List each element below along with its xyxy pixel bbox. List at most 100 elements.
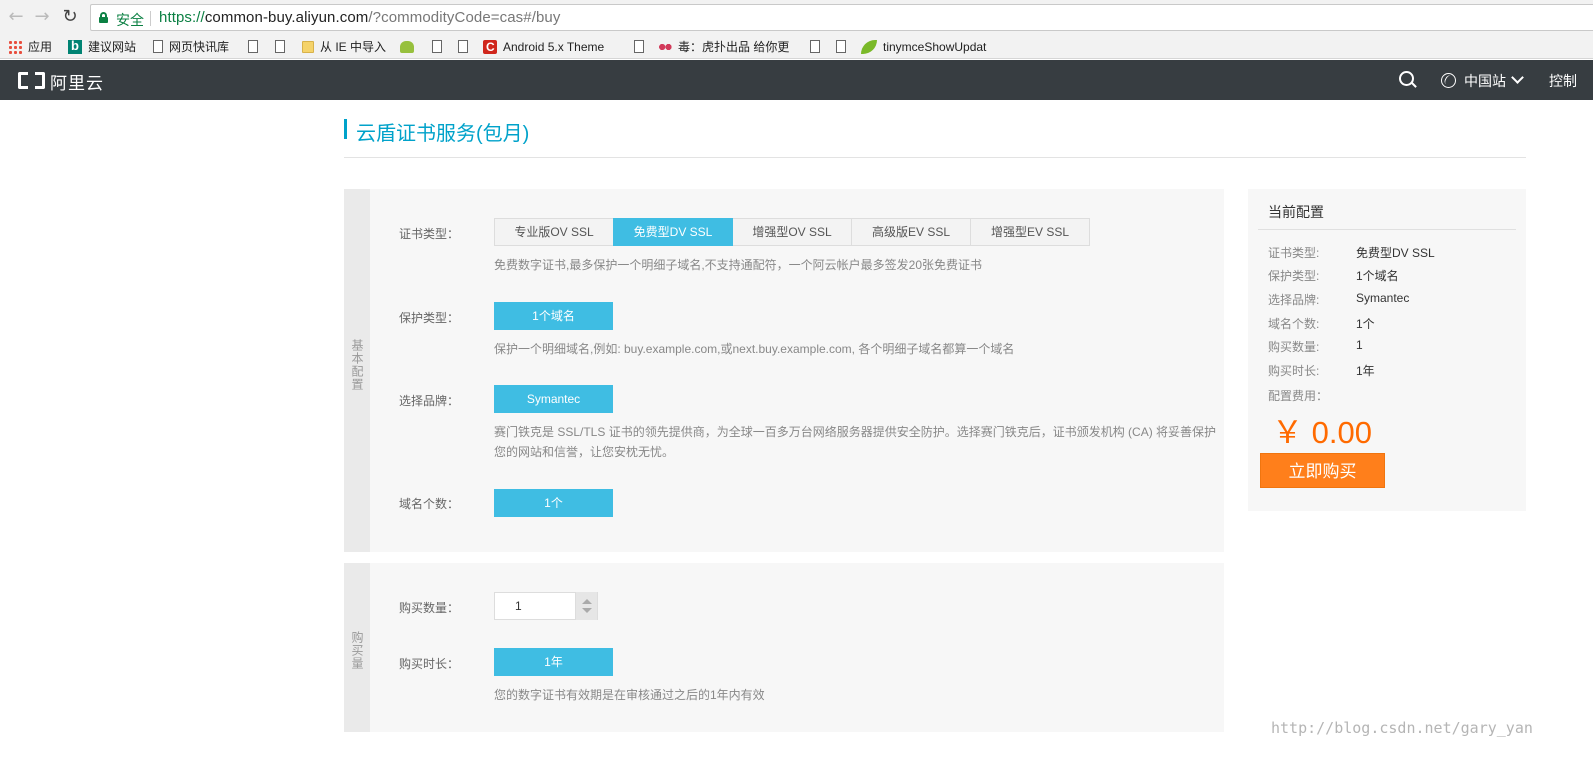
brand-hint-line-1: 赛门铁克是 SSL/TLS 证书的领先提供商，为全球一百多万台网络服务器提供安全… — [494, 425, 1217, 439]
cert-type-option-free-dv[interactable]: 免费型DV SSL — [613, 218, 733, 246]
leaf-icon — [861, 39, 877, 54]
summary-value: 1年 — [1356, 364, 1375, 378]
bookmark-label: 从 IE 中导入 — [320, 40, 387, 54]
quantity-label: 购买数量： — [399, 601, 460, 615]
bookmark-page-3[interactable] — [432, 38, 448, 56]
page-icon — [458, 40, 468, 54]
bookmark-apps[interactable]: 应用 — [8, 38, 52, 56]
protect-type-hint: 保护一个明细域名,例如: buy.example.com,或next.buy.e… — [494, 342, 1015, 356]
watermark: http://blog.csdn.net/gary_yan — [1271, 719, 1533, 737]
page-icon — [153, 40, 163, 54]
protect-type-option[interactable]: 1个域名 — [494, 302, 613, 330]
region-selector[interactable]: 中国站 — [1464, 71, 1506, 91]
order-summary: 当前配置 证书类型: 免费型DV SSL 保护类型: 1个域名 选择品牌: Sy… — [1248, 189, 1526, 511]
bookmark-label: tinymceShowUpdat — [883, 40, 987, 54]
page-icon — [248, 40, 258, 54]
console-link[interactable]: 控制 — [1549, 71, 1577, 91]
url-host: common-buy.aliyun.com — [204, 9, 369, 26]
summary-title: 当前配置 — [1268, 204, 1324, 220]
page-icon — [634, 40, 644, 54]
bookmark-tinymce[interactable]: tinymceShowUpdat — [861, 38, 986, 56]
basic-config-side-text: 基本配置 — [350, 339, 364, 391]
cert-type-option-pro-ov[interactable]: 专业版OV SSL — [494, 218, 614, 246]
bookmark-label: 建议网站 — [88, 40, 137, 54]
c-icon — [483, 38, 497, 56]
basic-config-panel: 基本配置 证书类型： 专业版OV SSL 免费型DV SSL 增强型OV SSL… — [344, 189, 1224, 552]
page-icon — [810, 40, 820, 54]
url-path: /?commodityCode=cas#/buy — [368, 9, 561, 26]
increment-arrow-icon[interactable] — [582, 599, 592, 604]
domain-count-option[interactable]: 1个 — [494, 489, 613, 517]
quantity-input[interactable] — [495, 593, 577, 619]
bookmark-suggested-sites[interactable]: 建议网站 — [68, 37, 137, 56]
bookmark-hupu[interactable]: 毒：虎扑出品 给你更 — [658, 38, 789, 56]
bookmark-android[interactable] — [400, 38, 420, 56]
forward-arrow-icon[interactable]: → — [31, 6, 53, 28]
summary-value: 1个域名 — [1356, 269, 1399, 283]
summary-value: 1个 — [1356, 317, 1375, 331]
purchase-side-text: 购买量 — [350, 631, 364, 670]
aliyun-logo-icon[interactable] — [18, 72, 45, 89]
panel-side-label: 购买量 — [344, 563, 370, 732]
duration-hint: 您的数字证书有效期是在审核通过之后的1年内有效 — [494, 688, 765, 702]
summary-value: 1 — [1356, 338, 1363, 352]
bookmark-page-5[interactable] — [634, 38, 650, 56]
logo-text[interactable]: 阿里云 — [50, 69, 104, 94]
site-header: 阿里云 中国站 控制 — [0, 60, 1593, 100]
bookmarks-bar: 应用 建议网站 网页快讯库 从 IE 中导入 Android 5.x Theme… — [0, 35, 1593, 59]
bookmark-label: 网页快讯库 — [169, 40, 230, 54]
cert-type-option-advanced-ev[interactable]: 高级版EV SSL — [851, 218, 971, 246]
apps-icon — [8, 39, 22, 54]
domain-count-label: 域名个数： — [399, 497, 460, 511]
android-icon — [400, 40, 414, 53]
title-accent-bar — [344, 119, 347, 139]
bookmark-android-theme[interactable]: Android 5.x Theme — [483, 38, 604, 56]
flower-icon — [658, 41, 672, 52]
stepper-buttons — [575, 592, 597, 620]
cert-type-option-enhanced-ev[interactable]: 增强型EV SSL — [970, 218, 1090, 246]
bookmark-import-ie[interactable]: 从 IE 中导入 — [302, 38, 386, 56]
brand-option[interactable]: Symantec — [494, 385, 613, 413]
page-icon — [836, 40, 846, 54]
bookmark-web-slice[interactable]: 网页快讯库 — [153, 38, 229, 56]
purchase-panel: 购买量 购买数量： 购买时长： 1年 您的数字证书有效期是在审核通过之后的1年内… — [344, 563, 1224, 732]
panel-side-label: 基本配置 — [344, 189, 370, 552]
brand-hint-line-2: 您的网站和信誉，让您安枕无忧。 — [494, 445, 675, 459]
browser-address-bar: ← → ↻ 安全 https://common-buy.aliyun.com/?… — [0, 0, 1593, 35]
cert-type-label: 证书类型： — [399, 227, 460, 241]
summary-value: 免费型DV SSL — [1356, 246, 1435, 260]
bookmark-page-1[interactable] — [248, 38, 264, 56]
buy-now-button[interactable]: 立即购买 — [1260, 453, 1385, 488]
url-scheme: https:// — [159, 9, 205, 26]
bookmark-page-7[interactable] — [836, 38, 852, 56]
quantity-stepper — [494, 592, 598, 620]
bookmark-page-4[interactable] — [458, 38, 474, 56]
summary-label: 证书类型: — [1268, 246, 1320, 260]
cert-type-hint: 免费数字证书,最多保护一个明细子域名,不支持通配符，一个阿云帐户最多签发20张免… — [494, 258, 983, 272]
cert-type-option-enhanced-ov[interactable]: 增强型OV SSL — [732, 218, 852, 246]
decrement-arrow-icon[interactable] — [582, 608, 592, 613]
summary-label: 购买数量: — [1268, 340, 1320, 354]
duration-option[interactable]: 1年 — [494, 648, 613, 676]
bing-icon — [68, 37, 82, 55]
url-separator — [150, 11, 151, 26]
cert-type-tabs: 专业版OV SSL 免费型DV SSL 增强型OV SSL 高级版EV SSL … — [494, 218, 1090, 246]
lock-icon — [99, 12, 108, 23]
url-text[interactable]: https://common-buy.aliyun.com/?commodity… — [159, 9, 560, 26]
chevron-down-icon[interactable] — [1511, 71, 1524, 84]
page-icon — [275, 40, 285, 54]
bookmark-page-6[interactable] — [810, 38, 826, 56]
back-arrow-icon[interactable]: ← — [5, 6, 27, 28]
bookmark-page-2[interactable] — [275, 38, 291, 56]
protect-type-label: 保护类型： — [399, 311, 460, 325]
brand-label: 选择品牌： — [399, 394, 460, 408]
url-bar[interactable]: 安全 https://common-buy.aliyun.com/?commod… — [90, 4, 1593, 31]
summary-label: 选择品牌: — [1268, 293, 1320, 307]
duration-label: 购买时长： — [399, 657, 460, 671]
globe-icon[interactable] — [1441, 73, 1456, 88]
search-icon[interactable] — [1399, 71, 1417, 89]
bookmark-label: Android 5.x Theme — [503, 40, 605, 54]
summary-label: 购买时长: — [1268, 364, 1320, 378]
reload-icon[interactable]: ↻ — [59, 6, 81, 28]
summary-value: Symantec — [1356, 291, 1410, 305]
